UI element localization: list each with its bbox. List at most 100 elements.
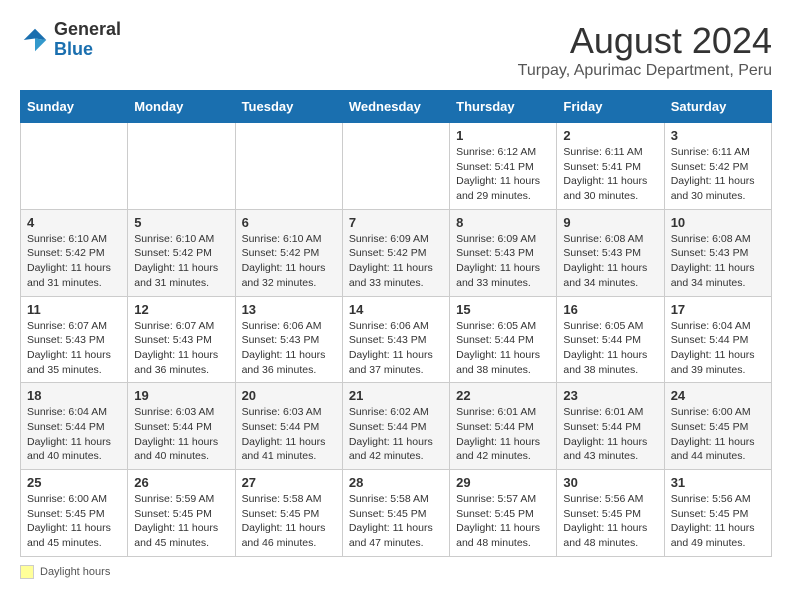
calendar-cell: 12 Sunrise: 6:07 AM Sunset: 5:43 PM Dayli… (128, 296, 235, 383)
day-info: Sunrise: 5:58 AM Sunset: 5:45 PM Dayligh… (349, 492, 443, 551)
calendar-cell: 16 Sunrise: 6:05 AM Sunset: 5:44 PM Dayli… (557, 296, 664, 383)
calendar-cell: 17Sunrise: 6:04 AM Sunset: 5:44 PM Dayli… (664, 296, 771, 383)
calendar-cell: 9 Sunrise: 6:08 AM Sunset: 5:43 PM Daylig… (557, 209, 664, 296)
calendar-cell: 21 Sunrise: 6:02 AM Sunset: 5:44 PM Dayli… (342, 383, 449, 470)
day-number: 28 (349, 475, 443, 490)
header: General Blue August 2024 Turpay, Apurima… (20, 20, 772, 80)
day-info: Sunrise: 6:00 AM Sunset: 5:45 PM Dayligh… (27, 492, 121, 551)
calendar-cell: 25 Sunrise: 6:00 AM Sunset: 5:45 PM Dayli… (21, 470, 128, 557)
day-info: Sunrise: 5:59 AM Sunset: 5:45 PM Dayligh… (134, 492, 228, 551)
month-year-title: August 2024 (518, 20, 772, 62)
day-number: 23 (563, 388, 657, 403)
calendar-cell: 14 Sunrise: 6:06 AM Sunset: 5:43 PM Dayli… (342, 296, 449, 383)
day-number: 2 (563, 128, 657, 143)
calendar-cell: 1 Sunrise: 6:12 AM Sunset: 5:41 PM Daylig… (450, 123, 557, 210)
logo-blue-text: Blue (54, 40, 121, 60)
day-info: Sunrise: 6:03 AM Sunset: 5:44 PM Dayligh… (134, 405, 228, 464)
day-number: 3 (671, 128, 765, 143)
weekday-header-row: SundayMondayTuesdayWednesdayThursdayFrid… (21, 91, 772, 123)
day-number: 26 (134, 475, 228, 490)
day-number: 10 (671, 215, 765, 230)
day-number: 12 (134, 302, 228, 317)
calendar-cell: 10 Sunrise: 6:08 AM Sunset: 5:43 PM Dayli… (664, 209, 771, 296)
weekday-header-friday: Friday (557, 91, 664, 123)
calendar-cell: 2 Sunrise: 6:11 AM Sunset: 5:41 PM Daylig… (557, 123, 664, 210)
day-number: 9 (563, 215, 657, 230)
calendar-week-row: 18 Sunrise: 6:04 AM Sunset: 5:44 PM Dayli… (21, 383, 772, 470)
calendar-cell: 23Sunrise: 6:01 AM Sunset: 5:44 PM Dayli… (557, 383, 664, 470)
day-number: 25 (27, 475, 121, 490)
calendar-week-row: 11Sunrise: 6:07 AM Sunset: 5:43 PM Dayli… (21, 296, 772, 383)
day-number: 18 (27, 388, 121, 403)
day-number: 8 (456, 215, 550, 230)
daylight-label: Daylight hours (40, 566, 110, 578)
day-number: 14 (349, 302, 443, 317)
footer-note: Daylight hours (20, 565, 772, 579)
title-section: August 2024 Turpay, Apurimac Department,… (518, 20, 772, 80)
logo-icon (20, 25, 50, 55)
day-number: 15 (456, 302, 550, 317)
day-info: Sunrise: 5:58 AM Sunset: 5:45 PM Dayligh… (242, 492, 336, 551)
calendar-cell: 15Sunrise: 6:05 AM Sunset: 5:44 PM Dayli… (450, 296, 557, 383)
calendar-cell: 29Sunrise: 5:57 AM Sunset: 5:45 PM Dayli… (450, 470, 557, 557)
day-number: 22 (456, 388, 550, 403)
day-number: 1 (456, 128, 550, 143)
day-number: 16 (563, 302, 657, 317)
day-number: 7 (349, 215, 443, 230)
day-number: 13 (242, 302, 336, 317)
weekday-header-sunday: Sunday (21, 91, 128, 123)
day-info: Sunrise: 6:11 AM Sunset: 5:41 PM Dayligh… (563, 145, 657, 204)
day-info: Sunrise: 5:56 AM Sunset: 5:45 PM Dayligh… (671, 492, 765, 551)
logo-text: General Blue (54, 20, 121, 60)
calendar-week-row: 25 Sunrise: 6:00 AM Sunset: 5:45 PM Dayli… (21, 470, 772, 557)
day-info: Sunrise: 6:07 AM Sunset: 5:43 PM Dayligh… (134, 319, 228, 378)
calendar-week-row: 1 Sunrise: 6:12 AM Sunset: 5:41 PM Daylig… (21, 123, 772, 210)
day-info: Sunrise: 6:05 AM Sunset: 5:44 PM Dayligh… (563, 319, 657, 378)
weekday-header-monday: Monday (128, 91, 235, 123)
logo: General Blue (20, 20, 121, 60)
day-number: 30 (563, 475, 657, 490)
calendar-cell: 26 Sunrise: 5:59 AM Sunset: 5:45 PM Dayli… (128, 470, 235, 557)
day-number: 31 (671, 475, 765, 490)
day-number: 17 (671, 302, 765, 317)
calendar-cell: 30Sunrise: 5:56 AM Sunset: 5:45 PM Dayli… (557, 470, 664, 557)
calendar-cell: 27 Sunrise: 5:58 AM Sunset: 5:45 PM Dayli… (235, 470, 342, 557)
calendar-cell: 11Sunrise: 6:07 AM Sunset: 5:43 PM Dayli… (21, 296, 128, 383)
calendar-cell: 24 Sunrise: 6:00 AM Sunset: 5:45 PM Dayli… (664, 383, 771, 470)
calendar-cell: 18 Sunrise: 6:04 AM Sunset: 5:44 PM Dayli… (21, 383, 128, 470)
day-info: Sunrise: 6:11 AM Sunset: 5:42 PM Dayligh… (671, 145, 765, 204)
day-info: Sunrise: 6:00 AM Sunset: 5:45 PM Dayligh… (671, 405, 765, 464)
calendar-week-row: 4 Sunrise: 6:10 AM Sunset: 5:42 PM Daylig… (21, 209, 772, 296)
weekday-header-saturday: Saturday (664, 91, 771, 123)
day-number: 21 (349, 388, 443, 403)
day-info: Sunrise: 6:06 AM Sunset: 5:43 PM Dayligh… (242, 319, 336, 378)
calendar-cell: 28 Sunrise: 5:58 AM Sunset: 5:45 PM Dayli… (342, 470, 449, 557)
day-info: Sunrise: 6:08 AM Sunset: 5:43 PM Dayligh… (671, 232, 765, 291)
day-info: Sunrise: 6:03 AM Sunset: 5:44 PM Dayligh… (242, 405, 336, 464)
day-info: Sunrise: 6:02 AM Sunset: 5:44 PM Dayligh… (349, 405, 443, 464)
calendar-header: SundayMondayTuesdayWednesdayThursdayFrid… (21, 91, 772, 123)
day-info: Sunrise: 6:10 AM Sunset: 5:42 PM Dayligh… (134, 232, 228, 291)
day-number: 29 (456, 475, 550, 490)
day-number: 4 (27, 215, 121, 230)
calendar-cell: 4Sunrise: 6:10 AM Sunset: 5:42 PM Daylig… (21, 209, 128, 296)
day-info: Sunrise: 6:01 AM Sunset: 5:44 PM Dayligh… (456, 405, 550, 464)
calendar-cell: 3 Sunrise: 6:11 AM Sunset: 5:42 PM Daylig… (664, 123, 771, 210)
calendar-cell: 6Sunrise: 6:10 AM Sunset: 5:42 PM Daylig… (235, 209, 342, 296)
day-number: 20 (242, 388, 336, 403)
day-info: Sunrise: 6:08 AM Sunset: 5:43 PM Dayligh… (563, 232, 657, 291)
day-number: 6 (242, 215, 336, 230)
weekday-header-tuesday: Tuesday (235, 91, 342, 123)
day-info: Sunrise: 6:04 AM Sunset: 5:44 PM Dayligh… (27, 405, 121, 464)
location-subtitle: Turpay, Apurimac Department, Peru (518, 62, 772, 80)
day-info: Sunrise: 6:07 AM Sunset: 5:43 PM Dayligh… (27, 319, 121, 378)
calendar-cell: 20 Sunrise: 6:03 AM Sunset: 5:44 PM Dayli… (235, 383, 342, 470)
logo-general-text: General (54, 20, 121, 40)
calendar-cell (235, 123, 342, 210)
day-info: Sunrise: 6:12 AM Sunset: 5:41 PM Dayligh… (456, 145, 550, 204)
day-info: Sunrise: 6:09 AM Sunset: 5:43 PM Dayligh… (456, 232, 550, 291)
day-number: 24 (671, 388, 765, 403)
day-number: 27 (242, 475, 336, 490)
calendar-cell: 19Sunrise: 6:03 AM Sunset: 5:44 PM Dayli… (128, 383, 235, 470)
day-info: Sunrise: 6:06 AM Sunset: 5:43 PM Dayligh… (349, 319, 443, 378)
